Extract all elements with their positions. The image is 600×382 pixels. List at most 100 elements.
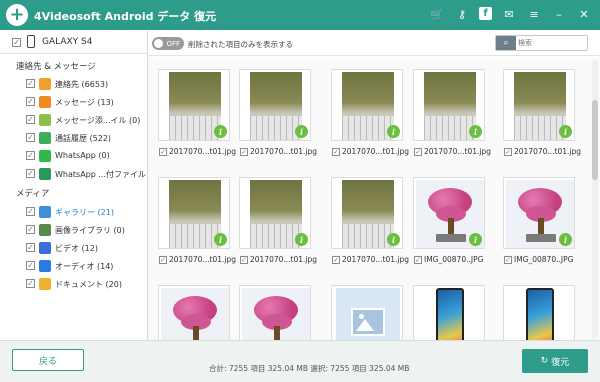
recover-icon: ↻: [540, 356, 549, 366]
info-icon[interactable]: i: [387, 125, 400, 138]
minimize-icon[interactable]: –: [551, 6, 567, 22]
file-name: 2017070...t01.jpg: [169, 255, 237, 264]
menu-icon[interactable]: ≡: [526, 6, 542, 22]
image-library-icon: [39, 224, 51, 236]
info-icon[interactable]: i: [559, 125, 572, 138]
sidebar-item[interactable]: ✓ メッセージ添...イル (0): [0, 112, 148, 128]
info-icon[interactable]: i: [295, 233, 308, 246]
gallery-item[interactable]: i: [239, 285, 311, 340]
file-name: 2017070...t01.jpg: [250, 255, 318, 264]
sidebar-item[interactable]: ✓ ギャラリー (21): [0, 204, 148, 220]
info-icon[interactable]: i: [214, 233, 227, 246]
gallery-item[interactable]: i: [158, 177, 230, 249]
item-checkbox[interactable]: ✓: [414, 256, 422, 264]
sidebar-item[interactable]: ✓ 画像ライブラリ (0): [0, 222, 148, 238]
item-checkbox[interactable]: ✓: [504, 256, 512, 264]
info-icon[interactable]: i: [295, 125, 308, 138]
gallery-item-caption[interactable]: ✓ 2017070...t01.jpg: [332, 255, 409, 264]
info-icon[interactable]: i: [469, 233, 482, 246]
feedback-icon[interactable]: ✉: [501, 6, 517, 22]
info-icon[interactable]: i: [214, 125, 227, 138]
gallery-item-caption[interactable]: ✓ IMG_00870..JPG: [414, 255, 483, 264]
back-button[interactable]: 戻る: [12, 349, 84, 371]
sidebar-item[interactable]: ✓ オーディオ (14): [0, 258, 148, 274]
info-icon[interactable]: i: [387, 233, 400, 246]
file-name: 2017070...t01.jpg: [424, 147, 492, 156]
gallery-item[interactable]: i: [158, 285, 230, 340]
sidebar-item-checkbox[interactable]: ✓: [26, 243, 35, 252]
sidebar-item-label: WhatsApp (0): [55, 151, 110, 160]
sidebar-item[interactable]: ✓ ビデオ (12): [0, 240, 148, 256]
gallery-item[interactable]: i: [239, 69, 311, 141]
close-icon[interactable]: ✕: [576, 6, 592, 22]
sidebar-item-checkbox[interactable]: ✓: [26, 169, 35, 178]
scrollbar-thumb[interactable]: [592, 100, 598, 180]
gallery-item-caption[interactable]: ✓ 2017070...t01.jpg: [240, 147, 317, 156]
gallery-item[interactable]: i: [158, 69, 230, 141]
sidebar-item-label: 連絡先 (6653): [55, 80, 109, 89]
sidebar-item-checkbox[interactable]: ✓: [26, 261, 35, 270]
item-checkbox[interactable]: ✓: [414, 148, 422, 156]
device-name: GALAXY S4: [42, 37, 93, 47]
sidebar-item-checkbox[interactable]: ✓: [26, 115, 35, 124]
facebook-icon[interactable]: f: [479, 7, 492, 20]
search-input[interactable]: [518, 37, 584, 49]
item-checkbox[interactable]: ✓: [332, 148, 340, 156]
gallery-item-caption[interactable]: ✓ 2017070...t01.jpg: [159, 255, 236, 264]
app-title: 4Videosoft Android データ 復元: [34, 10, 217, 23]
gallery-item-caption[interactable]: ✓ 2017070...t01.jpg: [414, 147, 491, 156]
whatsapp-icon: [39, 150, 51, 162]
recover-button[interactable]: ↻ 復元: [522, 349, 588, 373]
info-icon[interactable]: i: [559, 233, 572, 246]
sidebar-item[interactable]: ✓ 通話履歴 (522): [0, 130, 148, 146]
gallery-item[interactable]: i: [239, 177, 311, 249]
sidebar-item[interactable]: ✓ メッセージ (13): [0, 94, 148, 110]
gallery-item[interactable]: i: [331, 177, 403, 249]
info-icon[interactable]: i: [469, 125, 482, 138]
gallery-item[interactable]: [331, 285, 403, 340]
document-icon: [39, 278, 51, 290]
gallery-item[interactable]: i: [413, 69, 485, 141]
gallery-item[interactable]: i: [413, 177, 485, 249]
sidebar-item[interactable]: ✓ WhatsApp ...付ファイル (0): [0, 166, 160, 182]
item-checkbox[interactable]: ✓: [159, 256, 167, 264]
footer: 戻る 合計: 7255 項目 325.04 MB 選択: 7255 項目 325…: [0, 340, 600, 382]
gallery-item[interactable]: i: [503, 69, 575, 141]
gallery-item-caption[interactable]: ✓ 2017070...t01.jpg: [159, 147, 236, 156]
item-checkbox[interactable]: ✓: [159, 148, 167, 156]
sidebar-item-label: ギャラリー (21): [55, 208, 114, 217]
device-row[interactable]: ✓ GALAXY S4: [0, 30, 148, 54]
call-log-icon: [39, 132, 51, 144]
item-checkbox[interactable]: ✓: [332, 256, 340, 264]
phone-icon: [27, 35, 35, 48]
title-bar: + 4Videosoft Android データ 復元 🛒 ⚷ f ✉ ≡ – …: [0, 0, 600, 30]
sidebar-item[interactable]: ✓ WhatsApp (0): [0, 148, 148, 164]
sidebar-item-checkbox[interactable]: ✓: [26, 151, 35, 160]
gallery-item-caption[interactable]: ✓ 2017070...t01.jpg: [332, 147, 409, 156]
gallery-item[interactable]: i: [503, 177, 575, 249]
gallery-item[interactable]: i: [413, 285, 485, 340]
sidebar-item-checkbox[interactable]: ✓: [26, 225, 35, 234]
sidebar-item-checkbox[interactable]: ✓: [26, 133, 35, 142]
search-box[interactable]: ⌕: [495, 35, 588, 51]
cart-icon[interactable]: 🛒: [429, 6, 445, 22]
item-checkbox[interactable]: ✓: [504, 148, 512, 156]
grid-scrollbar[interactable]: [592, 60, 598, 338]
sidebar-item-checkbox[interactable]: ✓: [26, 207, 35, 216]
sidebar-item[interactable]: ✓ 連絡先 (6653): [0, 76, 148, 92]
item-checkbox[interactable]: ✓: [240, 148, 248, 156]
search-icon[interactable]: ⌕: [496, 36, 516, 50]
key-icon[interactable]: ⚷: [454, 6, 470, 22]
sidebar-item-checkbox[interactable]: ✓: [26, 97, 35, 106]
sidebar-item[interactable]: ✓ ドキュメント (20): [0, 276, 148, 292]
deleted-only-toggle[interactable]: OFF: [152, 37, 184, 50]
gallery-item-caption[interactable]: ✓ 2017070...t01.jpg: [504, 147, 581, 156]
sidebar-item-checkbox[interactable]: ✓: [26, 279, 35, 288]
sidebar-item-checkbox[interactable]: ✓: [26, 79, 35, 88]
gallery-item-caption[interactable]: ✓ IMG_00870..JPG: [504, 255, 573, 264]
item-checkbox[interactable]: ✓: [240, 256, 248, 264]
gallery-item-caption[interactable]: ✓ 2017070...t01.jpg: [240, 255, 317, 264]
gallery-item[interactable]: i: [503, 285, 575, 340]
device-checkbox[interactable]: ✓: [12, 38, 21, 47]
gallery-item[interactable]: i: [331, 69, 403, 141]
